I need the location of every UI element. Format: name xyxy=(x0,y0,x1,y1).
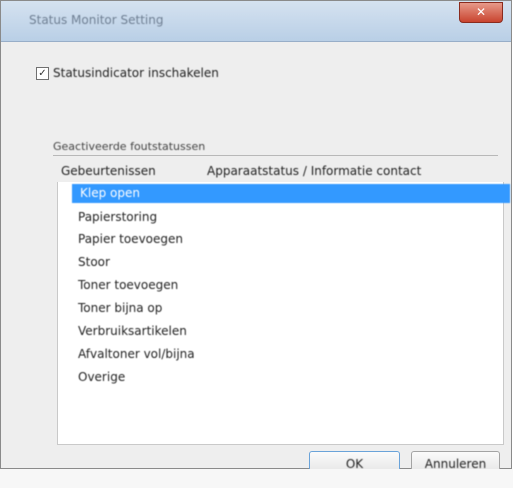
close-icon: ✕ xyxy=(475,5,487,19)
list-item[interactable]: Toner toevoegen xyxy=(78,276,178,295)
enable-status-label: Statusindicator inschakelen xyxy=(53,66,219,80)
list-item[interactable]: Papier toevoegen xyxy=(78,230,183,249)
window-title: Status Monitor Setting xyxy=(29,13,164,27)
dialog-window: Status Monitor Setting ✕ ✓ Statusindicat… xyxy=(0,0,512,477)
list-item[interactable]: Overige xyxy=(78,368,125,387)
group-label: Geactiveerde foutstatussen xyxy=(53,140,206,153)
list-item[interactable]: Afvaltoner vol/bijna xyxy=(78,345,195,364)
list-item[interactable]: Stoor xyxy=(78,253,110,272)
enable-status-checkbox[interactable]: ✓ xyxy=(36,66,49,80)
enable-status-checkbox-row[interactable]: ✓ Statusindicator inschakelen xyxy=(36,66,219,80)
status-listbox[interactable]: Klep open Papierstoring Papier toevoegen… xyxy=(57,182,510,445)
checkmark-icon: ✓ xyxy=(38,67,47,79)
list-item[interactable]: Toner bijna op xyxy=(78,299,162,318)
group-divider xyxy=(53,155,498,156)
close-button[interactable]: ✕ xyxy=(459,2,503,23)
list-item[interactable]: Klep open xyxy=(72,184,510,203)
list-item[interactable]: Papierstoring xyxy=(78,208,157,227)
column-header-events[interactable]: Gebeurtenissen xyxy=(61,164,156,178)
title-bar[interactable]: Status Monitor Setting ✕ xyxy=(1,1,511,42)
background-strip xyxy=(0,469,513,488)
column-header-status[interactable]: Apparaatstatus / Informatie contact xyxy=(207,164,421,178)
list-header: Gebeurtenissen Apparaatstatus / Informat… xyxy=(57,164,497,182)
list-item[interactable]: Verbruiksartikelen xyxy=(78,322,187,341)
